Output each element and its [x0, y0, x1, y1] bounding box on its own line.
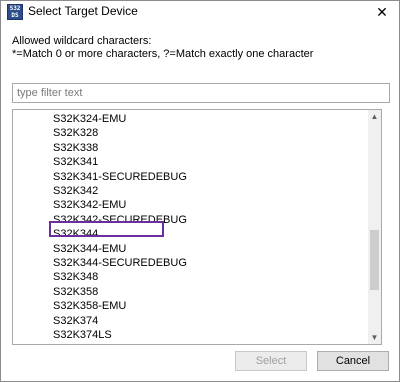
- s32-device-icon: S32 DS: [7, 4, 23, 20]
- device-list-item[interactable]: S32K348: [53, 270, 98, 284]
- vertical-scrollbar[interactable]: ▲ ▼: [368, 110, 381, 344]
- device-list-item[interactable]: S32K324-EMU: [53, 112, 126, 126]
- description-line-1: Allowed wildcard characters:: [12, 35, 152, 47]
- device-list-item[interactable]: S32K374LS: [53, 328, 112, 342]
- device-list-item[interactable]: S32K342-EMU: [53, 198, 126, 212]
- device-list-item[interactable]: S32K341: [53, 155, 98, 169]
- device-list-item[interactable]: S32K328: [53, 126, 98, 140]
- scroll-down-arrow-icon[interactable]: ▼: [368, 331, 381, 344]
- filter-input[interactable]: [12, 83, 390, 103]
- device-list-item[interactable]: S32K358: [53, 285, 98, 299]
- highlighted-device-box: [49, 221, 164, 237]
- device-list-item[interactable]: S32K344-EMU: [53, 242, 126, 256]
- scroll-up-arrow-icon[interactable]: ▲: [368, 110, 381, 123]
- device-list-item[interactable]: S32K342: [53, 184, 98, 198]
- cancel-button[interactable]: Cancel: [317, 351, 389, 371]
- wildcard-description: Allowed wildcard characters: *=Match 0 o…: [12, 35, 392, 61]
- device-list[interactable]: S32K324-EMU S32K328 S32K338 S32K341 S32K341-…: [12, 109, 382, 345]
- select-button[interactable]: Select: [235, 351, 307, 371]
- description-line-2: *=Match 0 or more characters, ?=Match ex…: [12, 48, 314, 60]
- dialog-title: Select Target Device: [28, 4, 138, 18]
- device-list-item[interactable]: S32K338: [53, 141, 98, 155]
- select-target-device-dialog: S32 DS Select Target Device ✕ Allowed wil…: [0, 0, 400, 382]
- close-button[interactable]: ✕: [367, 1, 397, 23]
- scrollbar-thumb[interactable]: [370, 230, 379, 290]
- device-list-item[interactable]: S32K374: [53, 314, 98, 328]
- device-list-item[interactable]: S32K358-EMU: [53, 299, 126, 313]
- device-list-item[interactable]: S32K344-SECUREDEBUG: [53, 256, 187, 270]
- device-list-item[interactable]: S32K341-SECUREDEBUG: [53, 170, 187, 184]
- title-bar: S32 DS Select Target Device ✕: [1, 1, 399, 23]
